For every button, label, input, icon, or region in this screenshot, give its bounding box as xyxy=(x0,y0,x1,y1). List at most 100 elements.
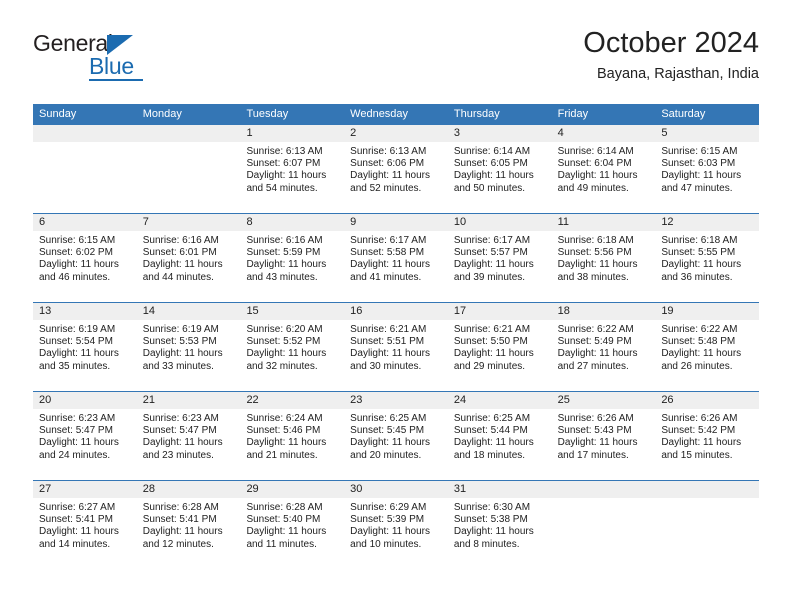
daylight-text-line1: Daylight: 11 hours xyxy=(557,170,638,182)
sunset-text: Sunset: 5:48 PM xyxy=(661,336,736,348)
day-details: Sunrise: 6:17 AM Sunset: 5:57 PM Dayligh… xyxy=(448,231,552,284)
daylight-text-line1: Daylight: 11 hours xyxy=(350,437,431,449)
daylight-text-line1: Daylight: 11 hours xyxy=(246,526,327,538)
day-number: 26 xyxy=(655,392,760,409)
day-cell[interactable]: 25 Sunrise: 6:26 AM Sunset: 5:43 PM Dayl… xyxy=(551,392,656,480)
sunset-text: Sunset: 5:57 PM xyxy=(453,247,528,259)
weekday-header-tuesday: Tuesday xyxy=(246,108,289,120)
daylight-text-line1: Daylight: 11 hours xyxy=(246,348,327,360)
page-title: October 2024 xyxy=(583,27,759,59)
day-details: Sunrise: 6:15 AM Sunset: 6:02 PM Dayligh… xyxy=(33,231,137,284)
day-number: 13 xyxy=(33,303,137,320)
day-number: 19 xyxy=(655,303,760,320)
day-cell[interactable]: 29 Sunrise: 6:28 AM Sunset: 5:40 PM Dayl… xyxy=(240,481,345,569)
day-cell[interactable]: 12 Sunrise: 6:18 AM Sunset: 5:55 PM Dayl… xyxy=(655,214,760,302)
day-cell[interactable]: 16 Sunrise: 6:21 AM Sunset: 5:51 PM Dayl… xyxy=(344,303,448,391)
day-details: Sunrise: 6:13 AM Sunset: 6:06 PM Dayligh… xyxy=(344,142,448,195)
day-cell[interactable]: 6 Sunrise: 6:15 AM Sunset: 6:02 PM Dayli… xyxy=(33,214,137,302)
day-details: Sunrise: 6:19 AM Sunset: 5:53 PM Dayligh… xyxy=(137,320,241,373)
day-number: 3 xyxy=(447,125,552,142)
day-cell[interactable]: 30 Sunrise: 6:29 AM Sunset: 5:39 PM Dayl… xyxy=(344,481,448,569)
sunrise-text: Sunrise: 6:14 AM xyxy=(557,146,634,157)
daylight-text-line1: Daylight: 11 hours xyxy=(453,437,534,449)
daylight-text-line2: and 32 minutes. xyxy=(246,360,318,372)
day-cell[interactable]: 19 Sunrise: 6:22 AM Sunset: 5:48 PM Dayl… xyxy=(655,303,760,391)
day-details: Sunrise: 6:13 AM Sunset: 6:07 PM Dayligh… xyxy=(240,142,344,195)
day-cell[interactable]: 17 Sunrise: 6:21 AM Sunset: 5:50 PM Dayl… xyxy=(447,303,552,391)
day-cell[interactable]: 10 Sunrise: 6:17 AM Sunset: 5:57 PM Dayl… xyxy=(447,214,552,302)
day-cell[interactable]: 15 Sunrise: 6:20 AM Sunset: 5:52 PM Dayl… xyxy=(240,303,345,391)
day-number: 20 xyxy=(33,392,137,409)
sunrise-text: Sunrise: 6:28 AM xyxy=(142,502,219,513)
day-cell[interactable]: 7 Sunrise: 6:16 AM Sunset: 6:01 PM Dayli… xyxy=(136,214,241,302)
day-number: 21 xyxy=(136,392,241,409)
day-number: 16 xyxy=(344,303,448,320)
sunset-text: Sunset: 6:01 PM xyxy=(142,247,217,259)
day-cell[interactable]: 31 Sunrise: 6:30 AM Sunset: 5:38 PM Dayl… xyxy=(447,481,552,569)
day-details: Sunrise: 6:24 AM Sunset: 5:46 PM Dayligh… xyxy=(240,409,344,462)
day-cell[interactable]: 20 Sunrise: 6:23 AM Sunset: 5:47 PM Dayl… xyxy=(33,392,137,480)
daylight-text-line2: and 54 minutes. xyxy=(246,182,318,194)
day-details: Sunrise: 6:23 AM Sunset: 5:47 PM Dayligh… xyxy=(137,409,241,462)
day-cell[interactable]: 1 Sunrise: 6:13 AM Sunset: 6:07 PM Dayli… xyxy=(240,125,345,213)
day-details: Sunrise: 6:14 AM Sunset: 6:04 PM Dayligh… xyxy=(552,142,656,195)
sunrise-text: Sunrise: 6:22 AM xyxy=(661,324,738,335)
weekday-header-monday: Monday xyxy=(142,108,182,120)
day-cell[interactable]: 27 Sunrise: 6:27 AM Sunset: 5:41 PM Dayl… xyxy=(33,481,137,569)
day-cell[interactable]: 14 Sunrise: 6:19 AM Sunset: 5:53 PM Dayl… xyxy=(136,303,241,391)
calendar-table: Sunday Monday Tuesday Wednesday Thursday… xyxy=(33,104,760,569)
day-cell[interactable]: 11 Sunrise: 6:18 AM Sunset: 5:56 PM Dayl… xyxy=(551,214,656,302)
day-cell[interactable] xyxy=(551,481,656,569)
day-cell[interactable] xyxy=(33,125,137,213)
day-cell[interactable]: 24 Sunrise: 6:25 AM Sunset: 5:44 PM Dayl… xyxy=(447,392,552,480)
day-cell[interactable]: 22 Sunrise: 6:24 AM Sunset: 5:46 PM Dayl… xyxy=(240,392,345,480)
day-cell[interactable]: 2 Sunrise: 6:13 AM Sunset: 6:06 PM Dayli… xyxy=(344,125,448,213)
week-row: 6 Sunrise: 6:15 AM Sunset: 6:02 PM Dayli… xyxy=(33,213,760,302)
day-details: Sunrise: 6:18 AM Sunset: 5:56 PM Dayligh… xyxy=(552,231,656,284)
day-cell[interactable]: 28 Sunrise: 6:28 AM Sunset: 5:41 PM Dayl… xyxy=(136,481,241,569)
day-cell[interactable]: 21 Sunrise: 6:23 AM Sunset: 5:47 PM Dayl… xyxy=(136,392,241,480)
day-cell[interactable]: 3 Sunrise: 6:14 AM Sunset: 6:05 PM Dayli… xyxy=(447,125,552,213)
daylight-text-line1: Daylight: 11 hours xyxy=(661,348,742,360)
day-number: 27 xyxy=(33,481,137,498)
daylight-text-line2: and 24 minutes. xyxy=(39,449,111,461)
day-number: 7 xyxy=(136,214,241,231)
day-cell[interactable]: 13 Sunrise: 6:19 AM Sunset: 5:54 PM Dayl… xyxy=(33,303,137,391)
daylight-text-line1: Daylight: 11 hours xyxy=(350,170,431,182)
sunrise-text: Sunrise: 6:23 AM xyxy=(39,413,116,424)
day-cell[interactable]: 18 Sunrise: 6:22 AM Sunset: 5:49 PM Dayl… xyxy=(551,303,656,391)
daylight-text-line1: Daylight: 11 hours xyxy=(557,437,638,449)
daylight-text-line2: and 10 minutes. xyxy=(350,538,422,550)
day-number: 28 xyxy=(136,481,241,498)
sunrise-text: Sunrise: 6:23 AM xyxy=(142,413,219,424)
week-row: 1 Sunrise: 6:13 AM Sunset: 6:07 PM Dayli… xyxy=(33,124,760,213)
day-cell[interactable]: 9 Sunrise: 6:17 AM Sunset: 5:58 PM Dayli… xyxy=(344,214,448,302)
daylight-text-line1: Daylight: 11 hours xyxy=(661,259,742,271)
sunset-text: Sunset: 5:40 PM xyxy=(246,514,321,526)
day-number: 15 xyxy=(240,303,345,320)
weekday-header-wednesday: Wednesday xyxy=(350,108,409,120)
day-cell[interactable]: 8 Sunrise: 6:16 AM Sunset: 5:59 PM Dayli… xyxy=(240,214,345,302)
day-cell[interactable] xyxy=(136,125,241,213)
daylight-text-line1: Daylight: 11 hours xyxy=(661,437,742,449)
day-details: Sunrise: 6:27 AM Sunset: 5:41 PM Dayligh… xyxy=(33,498,137,551)
daylight-text-line1: Daylight: 11 hours xyxy=(39,348,119,360)
day-details xyxy=(33,142,137,146)
sunrise-text: Sunrise: 6:18 AM xyxy=(661,235,738,246)
sunrise-text: Sunrise: 6:21 AM xyxy=(350,324,427,335)
daylight-text-line1: Daylight: 11 hours xyxy=(453,348,534,360)
day-cell[interactable]: 26 Sunrise: 6:26 AM Sunset: 5:42 PM Dayl… xyxy=(655,392,760,480)
day-cell[interactable] xyxy=(655,481,760,569)
daylight-text-line1: Daylight: 11 hours xyxy=(142,259,223,271)
daylight-text-line1: Daylight: 11 hours xyxy=(350,348,431,360)
day-cell[interactable]: 23 Sunrise: 6:25 AM Sunset: 5:45 PM Dayl… xyxy=(344,392,448,480)
sunrise-text: Sunrise: 6:14 AM xyxy=(453,146,531,157)
day-cell[interactable]: 5 Sunrise: 6:15 AM Sunset: 6:03 PM Dayli… xyxy=(655,125,760,213)
sunset-text: Sunset: 5:49 PM xyxy=(557,336,632,348)
sunset-text: Sunset: 5:41 PM xyxy=(142,514,217,526)
day-cell[interactable]: 4 Sunrise: 6:14 AM Sunset: 6:04 PM Dayli… xyxy=(551,125,656,213)
daylight-text-line2: and 26 minutes. xyxy=(661,360,733,372)
daylight-text-line2: and 20 minutes. xyxy=(350,449,422,461)
sunrise-text: Sunrise: 6:17 AM xyxy=(350,235,427,246)
week-row: 13 Sunrise: 6:19 AM Sunset: 5:54 PM Dayl… xyxy=(33,302,760,391)
